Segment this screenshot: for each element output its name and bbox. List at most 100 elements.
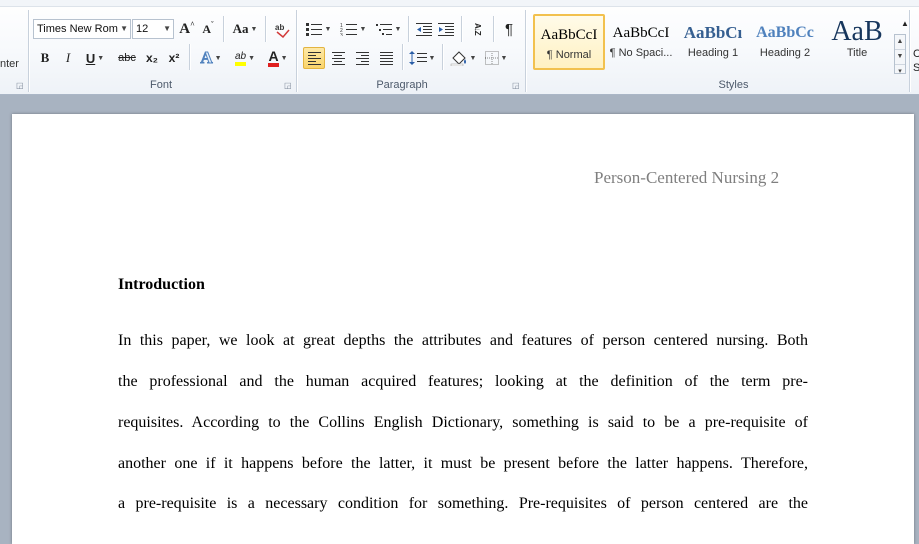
divider [408,16,409,42]
multilevel-list-icon [375,24,392,35]
chevron-down-icon: ▼ [120,24,128,33]
shrink-font-button[interactable]: Aˇ [199,18,217,40]
style-no-spacing[interactable]: AaBbCcI ¶ No Spaci... [605,14,677,70]
scroll-down-icon[interactable]: ▼ [895,50,905,65]
style-name: Heading 1 [687,47,739,59]
sort-icon: A↓Z [473,23,482,35]
style-preview: AaBbCc [756,24,814,41]
align-left-icon [307,51,321,65]
clear-formatting-icon: ab [275,23,290,38]
line-spacing-icon [408,51,427,65]
font-color-icon: A [268,49,279,67]
paragraph-group-label: Paragraph [376,79,428,91]
style-preview: AaBbCı [683,23,743,42]
decrease-indent-button[interactable] [414,18,434,40]
line-spacing-button[interactable]: ▼ [407,47,437,69]
gallery-more-icon[interactable]: ▾ [895,65,905,79]
ribbon-top-strip [0,0,919,7]
clipboard-launcher-icon[interactable]: ◲ [16,81,25,90]
font-size-combo[interactable]: 12 ▼ [132,19,174,39]
justify-button[interactable] [375,47,397,69]
paragraph-line[interactable]: a pre-requisite is a necessary condition… [118,495,808,513]
text-effects-button[interactable]: A ▼ [196,47,226,69]
subscript-button[interactable]: x₂ [142,47,162,69]
multilevel-list-button[interactable]: ▼ [372,18,404,40]
sort-button[interactable]: A↓Z [466,18,488,40]
divider [493,16,494,42]
align-left-button[interactable] [303,47,325,69]
change-case-icon: Aa [232,21,249,36]
paint-bucket-icon [450,51,466,66]
font-group-label: Font [149,79,172,91]
document-page[interactable]: Person-Centered Nursing 2 Introduction I… [12,114,914,544]
divider [265,16,266,42]
clear-formatting-button[interactable]: ab [272,18,292,40]
style-heading-1[interactable]: AaBbCı Heading 1 [677,14,749,70]
align-right-icon [355,51,369,65]
svg-text:ab: ab [275,23,284,32]
divider [189,44,190,70]
paragraph-dialog-launcher-icon[interactable]: ◲ [512,81,521,90]
font-dialog-launcher-icon[interactable]: ◲ [284,81,293,90]
underline-button[interactable]: U ▼ [81,47,109,69]
clipboard-cut-label[interactable]: nter [0,58,19,70]
show-formatting-marks-button[interactable]: ¶ [499,18,519,40]
style-heading-2[interactable]: AaBbCc Heading 2 [749,14,821,70]
styles-gallery-scroll[interactable]: ▲ ▼ ▾ [894,34,906,75]
scroll-up-icon[interactable]: ▲ [895,35,905,50]
styles-gallery-up-button[interactable]: ▲ [896,14,914,32]
shading-button[interactable]: ▼ [448,47,478,69]
group-divider [909,10,910,92]
paragraph-line[interactable]: In this paper, we look at great depths t… [118,332,808,350]
page-header[interactable]: Person-Centered Nursing 2 [594,168,779,188]
group-divider [296,10,297,92]
align-center-icon [331,51,345,65]
underline-icon: U [85,50,96,66]
style-name: ¶ No Spaci... [609,47,673,59]
style-title[interactable]: AaB Title [821,14,893,70]
bullet-list-icon [305,23,322,36]
increase-indent-button[interactable] [436,18,456,40]
increase-indent-icon [438,23,454,36]
text-highlight-button[interactable]: ab ▼ [229,47,261,69]
divider [402,44,403,70]
paragraph-line[interactable]: the professional and the human acquired … [118,373,808,391]
font-name-value: Times New Rom [37,23,118,35]
divider [461,16,462,42]
grow-font-button[interactable]: A ^ [178,18,196,40]
align-center-button[interactable] [327,47,349,69]
style-normal[interactable]: AaBbCcI ¶ Normal [533,14,605,70]
font-size-value: 12 [136,23,149,35]
paragraph-line[interactable]: requisites. According to the Collins Eng… [118,414,808,432]
change-styles-cut-label[interactable]: C [913,48,919,60]
paragraph-line[interactable]: another one if it happens before the lat… [118,455,808,473]
strikethrough-button[interactable]: abc [114,47,140,69]
style-preview: AaBbCcI [612,25,670,41]
text-effects-icon: A [200,48,213,68]
divider [442,44,443,70]
justify-icon [379,51,393,65]
grow-font-icon: A [179,20,191,37]
chevron-up-icon: ▲ [901,18,909,28]
superscript-button[interactable]: x² [164,47,184,69]
numbering-button[interactable]: 1 2 3 ▼ [337,18,369,40]
align-right-button[interactable] [351,47,373,69]
section-heading[interactable]: Introduction [118,276,205,294]
bold-button[interactable]: B [36,47,54,69]
bullets-button[interactable]: ▼ [303,18,333,40]
decrease-indent-icon [416,23,432,36]
italic-button[interactable]: I [59,47,77,69]
styles-group-label: Styles [718,79,749,91]
font-color-button[interactable]: A ▼ [263,47,293,69]
change-case-button[interactable]: Aa ▼ [230,18,260,40]
svg-text:3: 3 [340,33,343,36]
font-name-combo[interactable]: Times New Rom ▼ [33,19,131,39]
numbered-list-icon: 1 2 3 [340,23,357,36]
highlighter-icon: ab [234,51,247,66]
borders-button[interactable]: ▼ [481,47,511,69]
style-name: ¶ Normal [546,49,592,61]
shrink-font-icon: A [202,21,211,36]
chevron-down-icon: ▼ [163,24,171,33]
ribbon: nter ◲ Times New Rom ▼ 12 ▼ A ^ Aˇ Aa ▼ ab… [0,0,919,95]
change-styles-cut-label[interactable]: S [913,62,919,74]
